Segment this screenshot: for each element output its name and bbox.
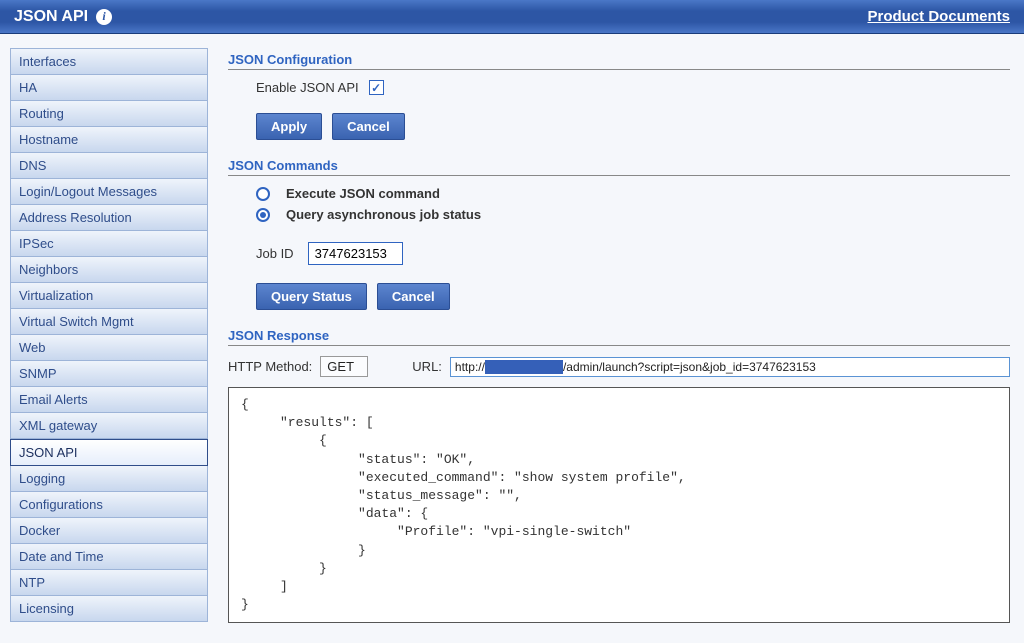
sidebar-item-hostname[interactable]: Hostname	[10, 127, 208, 153]
cancel-config-button[interactable]: Cancel	[332, 113, 405, 140]
sidebar-item-dns[interactable]: DNS	[10, 153, 208, 179]
sidebar-item-ntp[interactable]: NTP	[10, 570, 208, 596]
url-redacted-host	[485, 360, 563, 374]
http-method-label: HTTP Method:	[228, 359, 312, 374]
radio-query-label: Query asynchronous job status	[286, 207, 481, 222]
radio-execute[interactable]	[256, 187, 270, 201]
sidebar-item-logging[interactable]: Logging	[10, 466, 208, 492]
enable-json-checkbox[interactable]: ✓	[369, 80, 384, 95]
sidebar-item-configurations[interactable]: Configurations	[10, 492, 208, 518]
page-title: JSON API	[14, 8, 88, 26]
sidebar-item-address-resolution[interactable]: Address Resolution	[10, 205, 208, 231]
header-bar: JSON API i Product Documents	[0, 0, 1024, 34]
section-json-commands: JSON Commands	[228, 158, 1010, 176]
product-docs-link[interactable]: Product Documents	[867, 8, 1010, 25]
sidebar-item-login-logout-messages[interactable]: Login/Logout Messages	[10, 179, 208, 205]
job-id-label: Job ID	[256, 246, 294, 261]
query-status-button[interactable]: Query Status	[256, 283, 367, 310]
info-icon[interactable]: i	[96, 9, 112, 25]
section-json-config: JSON Configuration	[228, 52, 1010, 70]
sidebar-item-interfaces[interactable]: Interfaces	[10, 48, 208, 75]
url-value[interactable]: http:///admin/launch?script=json&job_id=…	[450, 357, 1010, 377]
section-json-response: JSON Response	[228, 328, 1010, 346]
main-content: JSON Configuration Enable JSON API ✓ App…	[228, 48, 1014, 623]
sidebar-item-xml-gateway[interactable]: XML gateway	[10, 413, 208, 439]
sidebar-item-routing[interactable]: Routing	[10, 101, 208, 127]
sidebar-item-virtualization[interactable]: Virtualization	[10, 283, 208, 309]
sidebar-item-date-and-time[interactable]: Date and Time	[10, 544, 208, 570]
sidebar-item-snmp[interactable]: SNMP	[10, 361, 208, 387]
response-body: { "results": [ { "status": "OK", "execut…	[228, 387, 1010, 623]
sidebar: InterfacesHARoutingHostnameDNSLogin/Logo…	[10, 48, 208, 623]
sidebar-item-virtual-switch-mgmt[interactable]: Virtual Switch Mgmt	[10, 309, 208, 335]
sidebar-item-web[interactable]: Web	[10, 335, 208, 361]
sidebar-item-docker[interactable]: Docker	[10, 518, 208, 544]
http-method-value: GET	[320, 356, 368, 377]
sidebar-item-ha[interactable]: HA	[10, 75, 208, 101]
sidebar-item-email-alerts[interactable]: Email Alerts	[10, 387, 208, 413]
sidebar-item-licensing[interactable]: Licensing	[10, 596, 208, 622]
url-label: URL:	[412, 359, 442, 374]
radio-query[interactable]	[256, 208, 270, 222]
sidebar-item-neighbors[interactable]: Neighbors	[10, 257, 208, 283]
cancel-command-button[interactable]: Cancel	[377, 283, 450, 310]
apply-button[interactable]: Apply	[256, 113, 322, 140]
sidebar-item-ipsec[interactable]: IPSec	[10, 231, 208, 257]
job-id-input[interactable]	[308, 242, 403, 265]
radio-execute-label: Execute JSON command	[286, 186, 440, 201]
enable-json-label: Enable JSON API	[256, 80, 359, 95]
sidebar-item-json-api[interactable]: JSON API	[10, 439, 208, 466]
